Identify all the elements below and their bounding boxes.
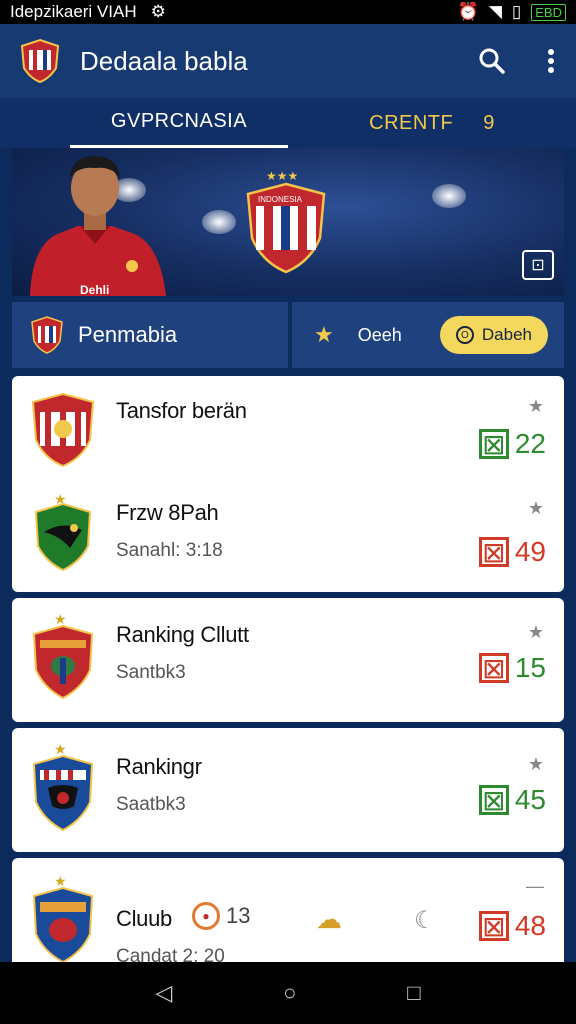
moon-icon[interactable]: ☾ <box>414 906 436 935</box>
status-bar: Idepzikaeri VIAH ⚙ ⏰ ◥ ▯ EBD <box>0 0 576 24</box>
cap-icon[interactable]: ☁ <box>316 904 342 935</box>
score-block: ⊠ 49 <box>478 536 546 568</box>
filter-bar: Penmabia ★ Oeeh O Dabeh <box>12 302 564 368</box>
svg-text:★: ★ <box>54 873 67 889</box>
score-block: ⊠ 48 <box>478 910 546 942</box>
sim-icon: ▯ <box>511 2 522 21</box>
stat-icon: ⊠ <box>478 785 509 816</box>
app-logo-icon[interactable] <box>20 38 60 84</box>
svg-text:★: ★ <box>54 741 67 757</box>
extra-value: 13 <box>226 903 251 928</box>
hero-banner[interactable]: Dehli ★★★ INDONESIA ⊡ <box>12 148 564 296</box>
crest-text: INDONESIA <box>258 195 303 204</box>
stat-icon: ⊠ <box>478 911 509 942</box>
option-label[interactable]: Oeeh <box>358 325 402 346</box>
player-image: Dehli <box>30 156 166 296</box>
pill-icon: O <box>455 326 474 344</box>
club-crest-icon: ★ <box>32 741 94 832</box>
notification-icon: ⚙ <box>150 2 166 21</box>
row-title: Cluub <box>116 906 172 931</box>
app-bar: Dedaala babla <box>0 24 576 98</box>
favorite-star-icon[interactable]: ★ <box>528 622 544 643</box>
favorite-star-icon[interactable]: ★ <box>528 396 544 417</box>
more-vert-icon[interactable] <box>546 47 556 75</box>
favorite-star-icon[interactable]: ★ <box>528 754 544 775</box>
row-title: Rankingr <box>116 754 202 779</box>
tab-label: CRENTF <box>369 111 454 134</box>
floodlight <box>432 184 466 208</box>
club-crest-icon: ★ <box>34 491 92 572</box>
team-label: Penmabia <box>78 322 178 347</box>
club-crest-icon: ★ <box>32 873 94 964</box>
wifi-icon: ◥ <box>488 2 502 21</box>
favorite-star-icon[interactable]: ★ <box>528 498 544 519</box>
search-icon[interactable] <box>478 47 506 75</box>
pill-label: Dabeh <box>481 325 532 344</box>
club-crest-icon <box>31 392 95 468</box>
row-score: 45 <box>514 784 546 815</box>
stat-icon: ⊠ <box>478 653 509 684</box>
jersey-text: Dehli <box>80 283 109 296</box>
system-nav-bar: ◁ ○ □ <box>0 962 576 1024</box>
team-crest-icon <box>31 316 63 354</box>
row-subtitle: Saatbk3 <box>116 794 186 815</box>
hero-crest-icon: ★★★ INDONESIA <box>246 169 326 274</box>
club-crest-icon: ★ <box>32 611 94 700</box>
tab-badge: 9 <box>483 111 495 134</box>
row-title: Tansfor berän <box>116 398 247 423</box>
option-group: ★ Oeeh O Dabeh <box>292 302 564 368</box>
dabeh-pill-button[interactable]: O Dabeh <box>439 316 548 354</box>
stat-icon: ⊠ <box>478 429 509 460</box>
score-block: ⊠ 15 <box>478 652 546 684</box>
app-title: Dedaala babla <box>80 45 248 76</box>
row-subtitle: Sanahl: 3:18 <box>116 540 223 561</box>
floodlight <box>202 210 236 234</box>
list-item[interactable]: Tansfor berän ★ ⊠ 22 <box>12 376 564 486</box>
coin-icon: ● <box>192 902 220 930</box>
list-item[interactable]: ★ Frzw 8Pah Sanahl: 3:18 ★ ⊠ 49 <box>12 486 564 596</box>
expand-icon: ⊡ <box>531 257 545 274</box>
match-card[interactable]: ★ Cluub Candat 2: 20 ● 13 ☁ ☾ — ⊠ 48 <box>12 858 564 968</box>
star-icon[interactable]: ★ <box>314 322 334 348</box>
row-score: 22 <box>514 428 546 459</box>
score-block: ⊠ 22 <box>478 428 546 460</box>
team-selector[interactable]: Penmabia <box>12 302 288 368</box>
stat-icon: ⊠ <box>478 537 509 568</box>
minus-icon[interactable]: — <box>526 876 544 897</box>
match-card[interactable]: ★ Ranking Cllutt Santbk3 ★ ⊠ 15 <box>12 598 564 722</box>
row-subtitle: Santbk3 <box>116 662 186 683</box>
match-card[interactable]: ★ Rankingr Saatbk3 ★ ⊠ 45 <box>12 728 564 852</box>
row-title: Ranking Cllutt <box>116 622 249 647</box>
row-title: Frzw 8Pah <box>116 500 219 525</box>
battery-icon: EBD <box>531 3 566 21</box>
status-icons: ⏰ ◥ ▯ EBD <box>458 2 566 22</box>
score-block: ⊠ 45 <box>478 784 546 816</box>
match-card: Tansfor berän ★ ⊠ 22 ★ Frzw 8Pah Sanahl:… <box>12 376 564 592</box>
row-score: 48 <box>514 910 546 941</box>
row-score: 15 <box>514 652 546 683</box>
back-icon[interactable]: ◁ <box>155 980 172 1006</box>
tab-crentf[interactable]: CRENTF 9 <box>288 98 576 148</box>
expand-button[interactable]: ⊡ <box>522 250 554 280</box>
alarm-icon: ⏰ <box>457 2 479 21</box>
status-text: Idepzikaeri VIAH <box>10 2 137 21</box>
row-score: 49 <box>514 536 546 567</box>
svg-text:★★★: ★★★ <box>266 169 298 183</box>
recents-icon[interactable]: □ <box>407 980 420 1006</box>
svg-text:★: ★ <box>54 611 67 627</box>
tab-bar: GVPRCNASIA CRENTF 9 <box>0 98 576 148</box>
extra-stat: ● 13 <box>192 902 250 930</box>
tab-gvprcnasia[interactable]: GVPRCNASIA <box>70 98 288 148</box>
home-icon[interactable]: ○ <box>283 980 296 1006</box>
